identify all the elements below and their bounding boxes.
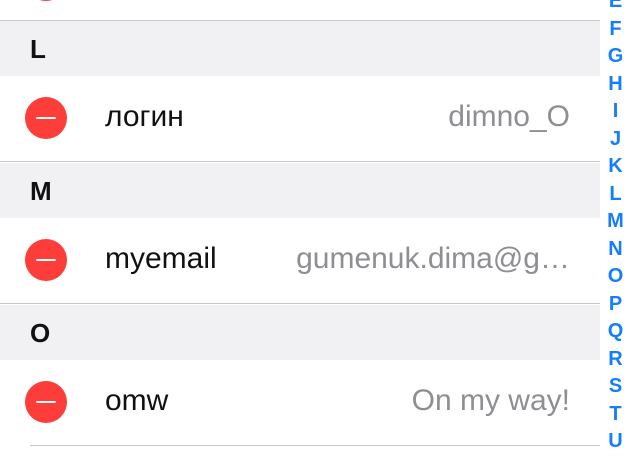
- section-header-l: L: [0, 21, 600, 76]
- index-letter[interactable]: J: [601, 126, 630, 154]
- delete-minus-icon[interactable]: [25, 239, 67, 281]
- index-letter[interactable]: H: [601, 71, 630, 99]
- index-letter[interactable]: E: [601, 0, 630, 16]
- row-separator: [30, 445, 600, 446]
- index-letter[interactable]: L: [601, 181, 630, 209]
- shortcut-label: omw: [105, 384, 169, 417]
- phrase-label: gumenuk.dima@g…: [296, 242, 570, 275]
- delete-minus-icon[interactable]: [25, 381, 67, 423]
- list-item-shortcut[interactable]: myemail gumenuk.dima@g…: [0, 218, 600, 304]
- index-letter[interactable]: T: [601, 401, 630, 429]
- index-letter[interactable]: G: [601, 43, 630, 71]
- shortcut-label: myemail: [105, 242, 217, 275]
- index-letter[interactable]: P: [601, 291, 630, 319]
- index-letter[interactable]: S: [601, 373, 630, 401]
- index-letter[interactable]: I: [601, 98, 630, 126]
- section-header-o: O: [0, 305, 600, 360]
- index-letter[interactable]: Q: [601, 318, 630, 346]
- delete-minus-icon[interactable]: [25, 0, 67, 1]
- index-letter[interactable]: U: [601, 428, 630, 456]
- index-letter[interactable]: R: [601, 346, 630, 374]
- list-item-partial[interactable]: [0, 0, 600, 21]
- section-letter: O: [30, 318, 51, 348]
- section-header-m: M: [0, 163, 600, 218]
- list-item-shortcut[interactable]: omw On my way!: [0, 360, 600, 446]
- list-item-shortcut[interactable]: логин dimno_O: [0, 76, 600, 162]
- index-letter[interactable]: N: [601, 236, 630, 264]
- phrase-label: On my way!: [411, 384, 570, 417]
- index-letter[interactable]: F: [601, 16, 630, 44]
- index-letter[interactable]: K: [601, 153, 630, 181]
- index-letter[interactable]: O: [601, 263, 630, 291]
- index-letter[interactable]: M: [601, 208, 630, 236]
- section-letter: M: [30, 176, 52, 206]
- shortcut-list: L логин dimno_O M myemail gumenuk.dima@g…: [0, 0, 600, 450]
- section-letter: L: [30, 34, 46, 64]
- shortcut-label: логин: [105, 100, 184, 133]
- phrase-label: dimno_O: [448, 100, 570, 133]
- section-index[interactable]: E F G H I J K L M N O P Q R S T U: [601, 0, 630, 456]
- delete-minus-icon[interactable]: [25, 97, 67, 139]
